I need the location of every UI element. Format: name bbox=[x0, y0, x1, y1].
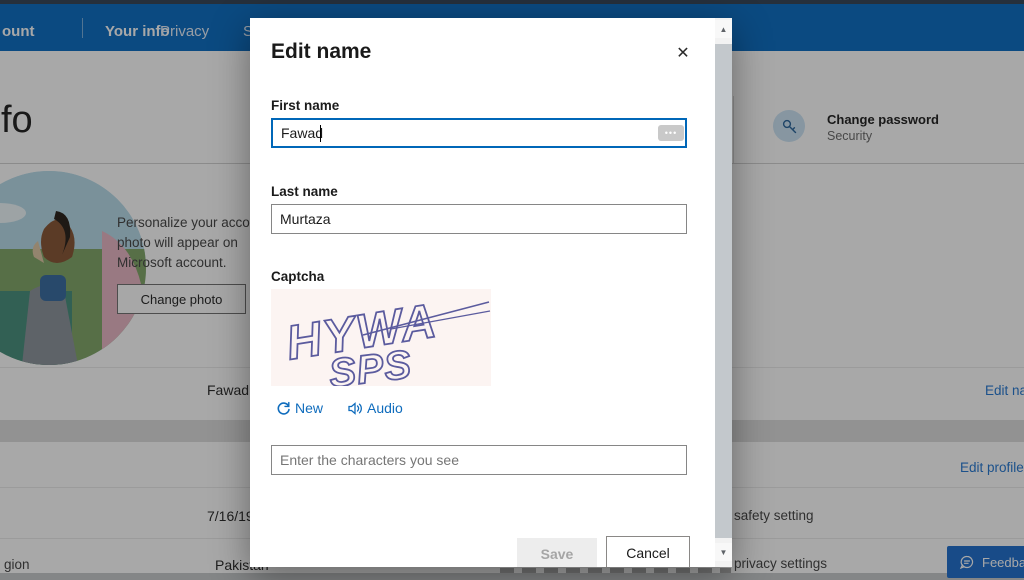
captcha-audio-link[interactable]: Audio bbox=[347, 400, 403, 416]
cancel-button[interactable]: Cancel bbox=[606, 536, 690, 567]
save-button[interactable]: Save bbox=[517, 538, 597, 567]
speaker-icon bbox=[347, 401, 363, 416]
dialog-title: Edit name bbox=[271, 40, 371, 64]
last-name-input[interactable] bbox=[271, 204, 687, 234]
captcha-input[interactable] bbox=[271, 445, 687, 475]
captcha-new-link[interactable]: New bbox=[276, 400, 323, 416]
captcha-new-label: New bbox=[295, 400, 323, 416]
captcha-image: HYWA SPS bbox=[271, 289, 491, 386]
scrollbar-thumb[interactable] bbox=[715, 44, 732, 538]
text-suggestion-icon[interactable]: ••• bbox=[658, 125, 684, 141]
text-caret bbox=[320, 125, 321, 142]
first-name-label: First name bbox=[271, 98, 339, 113]
modal-scrollbar[interactable]: ▲ ▼ bbox=[715, 18, 732, 567]
refresh-icon bbox=[276, 401, 291, 416]
first-name-input[interactable] bbox=[271, 118, 687, 148]
scrollbar-down-arrow-icon[interactable]: ▼ bbox=[715, 543, 732, 561]
edit-name-dialog: Edit name ✕ First name ••• Last name Cap… bbox=[250, 18, 732, 567]
close-icon[interactable]: ✕ bbox=[672, 42, 694, 64]
last-name-label: Last name bbox=[271, 184, 338, 199]
scrollbar-up-arrow-icon[interactable]: ▲ bbox=[715, 20, 732, 38]
captcha-audio-label: Audio bbox=[367, 400, 403, 416]
screen: ount Your info Privacy Se fo Change pass… bbox=[0, 0, 1024, 580]
captcha-label: Captcha bbox=[271, 269, 324, 284]
